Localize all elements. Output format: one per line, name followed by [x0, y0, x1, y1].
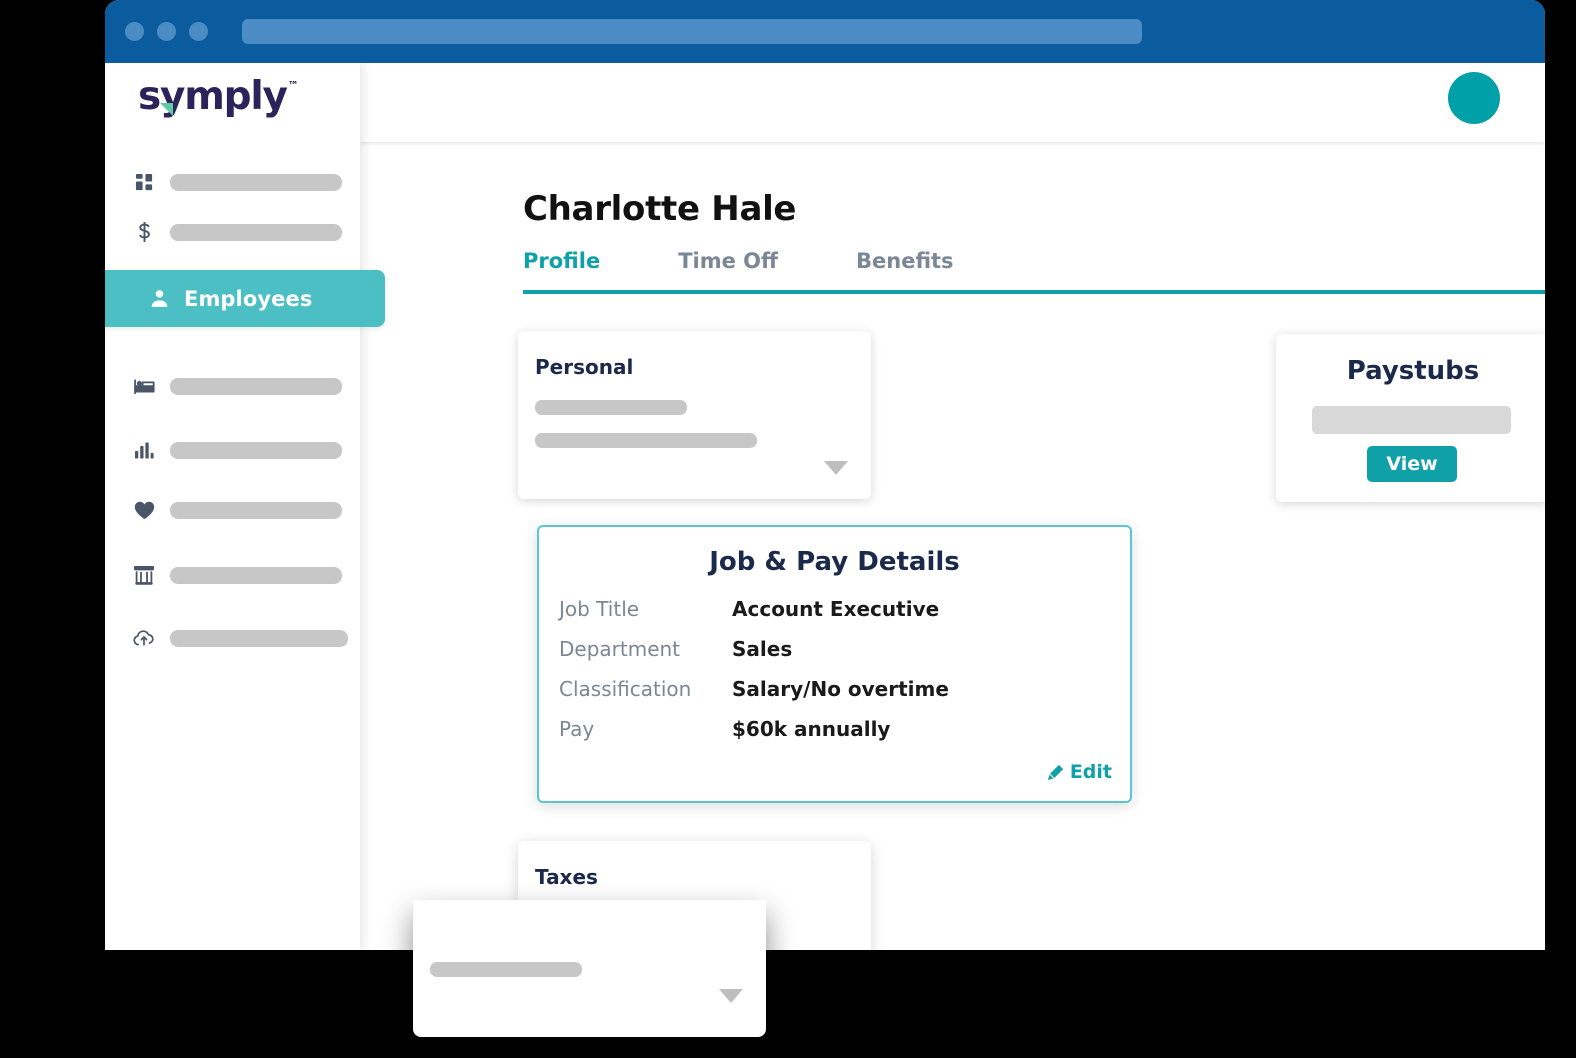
view-paystub-button[interactable]: View — [1367, 446, 1457, 482]
browser-url-bar[interactable] — [242, 19, 1142, 44]
sidebar-item-benefits[interactable] — [105, 493, 360, 527]
job-title-value: Account Executive — [732, 597, 940, 621]
brand-logo[interactable]: symply ™ — [138, 77, 299, 116]
personal-card-title: Personal — [535, 355, 634, 379]
sidebar-item-employees-label: Employees — [184, 286, 313, 311]
cloud-upload-icon — [133, 627, 155, 649]
job-pay-rows: Job Title Account Executive Department S… — [559, 597, 1150, 757]
heart-icon — [133, 499, 155, 521]
sidebar-item-payroll[interactable] — [105, 215, 360, 249]
job-pay-row: Classification Salary/No overtime — [559, 677, 1150, 717]
page-title: Charlotte Hale — [523, 189, 797, 229]
profile-content: Charlotte Hale Profile Time Off Benefits… — [360, 142, 1545, 950]
sidebar-item-company[interactable] — [105, 558, 360, 592]
sidebar-item-label-placeholder — [170, 441, 342, 459]
tab-profile[interactable]: Profile — [523, 249, 600, 273]
paystubs-select[interactable] — [1312, 406, 1511, 434]
window-dot-maximize[interactable] — [189, 22, 208, 41]
profile-tabs: Profile Time Off Benefits — [523, 249, 1032, 273]
taxes-card-overflow[interactable] — [413, 900, 766, 1037]
main-content: Charlotte Hale Profile Time Off Benefits… — [360, 63, 1545, 950]
taxes-placeholder-3-overflow — [430, 962, 582, 977]
paystubs-card: Paystubs View — [1276, 334, 1545, 502]
sidebar-item-label-placeholder — [170, 566, 342, 584]
pay-value: $60k annually — [732, 717, 891, 741]
pay-label: Pay — [559, 717, 595, 741]
classification-label: Classification — [559, 677, 692, 701]
tab-time-off[interactable]: Time Off — [678, 249, 778, 273]
edit-button[interactable]: Edit — [1047, 761, 1112, 783]
sidebar: symply ™ Employees — [105, 63, 385, 950]
personal-placeholder-2 — [535, 433, 757, 448]
paystubs-card-title: Paystubs — [1346, 356, 1480, 386]
personal-card[interactable]: Personal — [518, 331, 871, 499]
browser-viewport: symply ™ Employees Charlotte Hale Profil… — [105, 63, 1545, 950]
job-pay-row: Pay $60k annually — [559, 717, 1150, 757]
sidebar-item-reports[interactable] — [105, 433, 360, 467]
sidebar-item-documents[interactable] — [105, 621, 360, 655]
sidebar-item-label-placeholder — [170, 501, 342, 519]
taxes-card-title: Taxes — [535, 865, 598, 889]
person-icon — [148, 288, 170, 310]
window-dot-close[interactable] — [125, 22, 144, 41]
grid-icon — [133, 171, 155, 193]
store-icon — [133, 564, 155, 586]
job-pay-card-title: Job & Pay Details — [709, 547, 960, 577]
window-dot-minimize[interactable] — [157, 22, 176, 41]
sidebar-item-label-placeholder — [170, 629, 348, 647]
tab-underline — [523, 290, 1545, 294]
job-pay-details-card: Job & Pay Details Job Title Account Exec… — [537, 525, 1132, 803]
sidebar-item-label-placeholder — [170, 173, 342, 191]
personal-placeholder-1 — [535, 400, 687, 415]
bar-chart-icon — [133, 439, 155, 461]
avatar[interactable] — [1448, 72, 1500, 124]
sidebar-item-employees[interactable]: Employees — [105, 270, 385, 327]
sidebar-item-time-off[interactable] — [105, 369, 360, 403]
sidebar-item-label-placeholder — [170, 377, 342, 395]
screenshot-stage: symply ™ Employees Charlotte Hale Profil… — [0, 0, 1576, 1058]
bed-icon — [133, 375, 155, 397]
brand-trademark-symbol: ™ — [287, 79, 299, 92]
edit-label: Edit — [1069, 761, 1112, 783]
department-label: Department — [559, 637, 681, 661]
job-pay-row: Department Sales — [559, 637, 1150, 677]
chevron-down-icon[interactable] — [824, 461, 848, 475]
pencil-icon — [1047, 764, 1070, 781]
classification-value: Salary/No overtime — [732, 677, 949, 701]
department-value: Sales — [732, 637, 793, 661]
sidebar-item-label-placeholder — [170, 223, 342, 241]
browser-window: symply ™ Employees Charlotte Hale Profil… — [105, 0, 1545, 950]
brand-logo-text: symply — [138, 74, 288, 119]
sidebar-item-dashboard[interactable] — [105, 165, 360, 199]
app-topbar — [360, 63, 1545, 142]
job-pay-row: Job Title Account Executive — [559, 597, 1150, 637]
tab-benefits[interactable]: Benefits — [856, 249, 954, 273]
job-title-label: Job Title — [559, 597, 640, 621]
dollar-icon — [133, 221, 155, 243]
chevron-down-icon-overflow[interactable] — [719, 989, 743, 1003]
browser-titlebar — [105, 0, 1545, 63]
